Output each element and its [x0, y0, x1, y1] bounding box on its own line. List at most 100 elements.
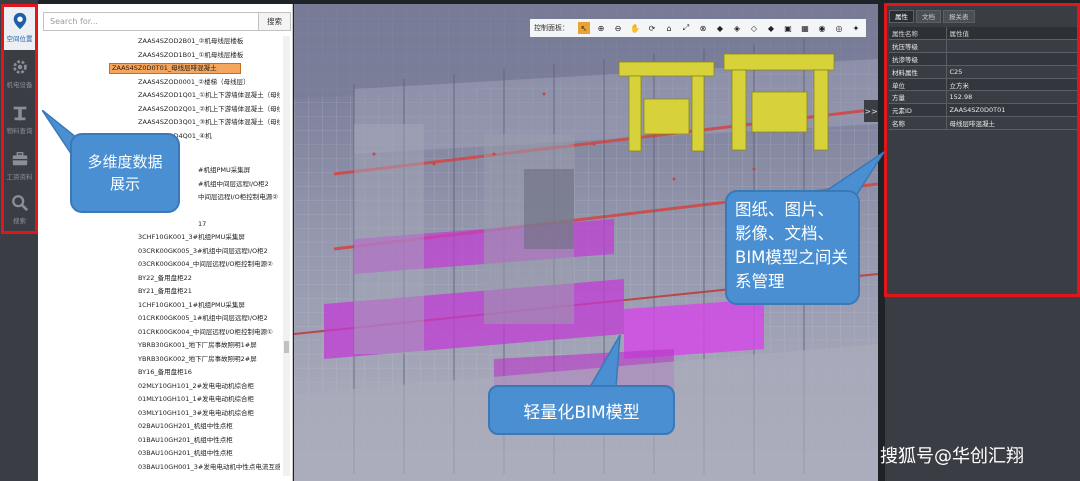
model-tree-panel: 搜索 ZAAS4SZOD2B01_②机母线层楼板 ZAAS4SZOD1B01_①… — [38, 4, 293, 481]
tree-item[interactable]: 中间层远程I/O柜控制电源② — [198, 192, 280, 203]
tree-item[interactable]: 02MLY10GH101_2#发电电动机综合柜 — [138, 381, 280, 392]
property-name: 元素ID — [889, 103, 947, 118]
search-icon — [11, 195, 28, 212]
property-row: 抗渗等级 — [889, 52, 1077, 66]
callout-relation-management: 图纸、图片、影像、文档、BIM模型之间关系管理 — [725, 190, 860, 305]
tree-item[interactable]: ZAAS4SZOD2Q01_②机上下游墙体混凝土（母线 — [138, 104, 280, 115]
tree-item[interactable]: BY16_备用盘柜16 — [138, 367, 280, 378]
tree-item[interactable]: #机组PMU采集屏 — [198, 165, 280, 176]
tree-item[interactable]: ZAAS4SZOD0001_②楼梯（母线层） — [138, 77, 280, 88]
tree-item[interactable]: 03BAU10GH001_3#发电电动机中性点电流互感 — [138, 462, 280, 473]
tree-item[interactable]: 03MLY10GH101_3#发电电动机综合柜 — [138, 408, 280, 419]
eye-hide-icon[interactable]: ◎ — [833, 22, 845, 34]
callout-multi-dimensional-data: 多维度数据展示 — [70, 133, 180, 213]
tree-item[interactable]: 02BAU10GH201_机组中性点柜 — [138, 421, 280, 432]
tree-item[interactable]: ZAAS4SZOD3Q01_③机上下游墙体混凝土（母线 — [138, 117, 280, 128]
header-value: 属性值 — [946, 27, 1077, 41]
property-value: 152.98 — [946, 90, 1077, 105]
grid-view-icon[interactable]: ▦ — [799, 22, 811, 34]
property-name: 材料属性 — [889, 65, 947, 79]
home-view-icon[interactable]: ⌂ — [663, 22, 675, 34]
nav-item-work-data[interactable]: 工资资料 — [3, 144, 36, 188]
property-name: 抗压等级 — [889, 39, 947, 54]
nav-item-label: 机电设备 — [6, 81, 33, 89]
tree-item-selected[interactable]: ZAAS4SZ0D0T01_母线层啡混凝土 — [109, 63, 241, 74]
tree-item[interactable]: 03CRK00GK005_3#机组中间层远程I/O柜2 — [138, 246, 280, 257]
tree-item[interactable]: YBRB30GK001_地下厂房事故照明1#屏 — [138, 340, 280, 351]
property-row: 名称 母线层啡混凝土 — [889, 116, 1077, 130]
tree-search-bar: 搜索 — [43, 12, 291, 31]
cube-iso-icon[interactable]: ◆ — [765, 22, 777, 34]
property-name: 名称 — [889, 116, 947, 130]
location-pin-icon — [13, 12, 26, 30]
property-name: 抗渗等级 — [889, 52, 947, 66]
cube-front-icon[interactable]: ◆ — [714, 22, 726, 34]
property-row: 材料属性 C25 — [889, 65, 1077, 79]
cube-top-icon[interactable]: ◈ — [731, 22, 743, 34]
tree-item[interactable]: 3CHF10GK001_3#机组PMU采集屏 — [138, 232, 280, 243]
eye-icon[interactable]: ◉ — [816, 22, 828, 34]
tree-item[interactable]: 17 — [198, 219, 280, 230]
section-box-icon[interactable]: ▣ — [782, 22, 794, 34]
property-value: ZAAS4SZ0D0T01 — [946, 103, 1077, 118]
tree-item[interactable]: 01BAU10GH201_机组中性点柜 — [138, 435, 280, 446]
tree-search-button[interactable]: 搜索 — [259, 12, 291, 31]
tab-reports[interactable]: 报关表 — [943, 10, 975, 23]
nav-item-label: 空间位置 — [6, 35, 33, 43]
zoom-in-icon[interactable]: ⊕ — [595, 22, 607, 34]
gear-icon — [12, 60, 27, 74]
tree-item[interactable]: ZAAS4SZOD1B01_①机母线层楼板 — [138, 50, 280, 61]
nav-item-search[interactable]: 搜索 — [3, 188, 36, 232]
property-row: 元素ID ZAAS4SZ0D0T01 — [889, 103, 1077, 118]
expand-panel-toggle[interactable]: >> — [864, 100, 878, 122]
property-value: 母线层啡混凝土 — [946, 116, 1077, 130]
crane-icon — [13, 106, 26, 121]
property-name: 单位 — [889, 78, 947, 92]
control-panel-toolbar: 控制面板： ↖ ⊕ ⊖ ✋ ⟳ ⌂ ⤢ ⊗ ◆ ◈ ◇ ◆ ▣ ▦ ◉ ◎ ✦ — [530, 19, 866, 37]
nav-item-label: 搜索 — [13, 217, 26, 225]
select-cursor-icon[interactable]: ↖ — [578, 22, 590, 34]
tree-item[interactable]: YBRB30GK002_地下厂房事故照明2#屏 — [138, 354, 280, 365]
property-value — [946, 39, 1077, 54]
tree-item[interactable]: ZAAS4SZOD2B01_②机母线层楼板 — [138, 36, 280, 47]
pin-icon[interactable]: ✦ — [850, 22, 862, 34]
clear-icon[interactable]: ⊗ — [697, 22, 709, 34]
tree-scrollbar[interactable] — [283, 36, 290, 476]
property-table-header: 属性名称 属性值 — [889, 27, 1077, 41]
zoom-out-icon[interactable]: ⊖ — [612, 22, 624, 34]
pan-hand-icon[interactable]: ✋ — [629, 22, 641, 34]
property-value: C25 — [946, 65, 1077, 79]
tree-item[interactable]: 03CRK00GK004_中间层远程I/O柜控制电源② — [138, 259, 280, 270]
nav-item-label: 工资资料 — [6, 173, 33, 181]
tree-item[interactable]: 01MLY10GH101_1#发电电动机综合柜 — [138, 394, 280, 405]
header-name: 属性名称 — [889, 27, 947, 41]
property-tabs: 属性 文档 报关表 — [889, 10, 975, 23]
property-table: 属性名称 属性值 抗压等级 抗渗等级 材料属性 C25 单位 立方米 方量 15 — [889, 27, 1077, 130]
tab-documents[interactable]: 文档 — [916, 10, 941, 23]
tree-item[interactable]: 03BAU10GH201_机组中性点柜 — [138, 448, 280, 459]
tree-item[interactable]: 01CRK00GK004_中间层远程I/O柜控制电源① — [138, 327, 280, 338]
property-row: 抗压等级 — [889, 39, 1077, 54]
tree-item[interactable]: BY21_备用盘柜21 — [138, 286, 280, 297]
nav-item-label: 物料查询 — [6, 127, 33, 135]
property-name: 方量 — [889, 90, 947, 105]
bim-app: 空间位置 机电设备 物料查询 工资资料 搜索 Search for... 搜索 … — [0, 0, 1080, 481]
tab-properties[interactable]: 属性 — [889, 10, 914, 23]
tree-item[interactable]: ZAAS4SZOD1Q01_①机上下游墙体混凝土（母线 — [138, 90, 280, 101]
cube-side-icon[interactable]: ◇ — [748, 22, 760, 34]
nav-item-material-query[interactable]: 物料查询 — [3, 98, 36, 142]
callout-lightweight-bim: 轻量化BIM模型 — [488, 385, 675, 435]
callout-text: 多维度数据展示 — [87, 153, 163, 193]
nav-item-spatial-location[interactable]: 空间位置 — [3, 6, 36, 50]
tree-item[interactable]: 01CRK00GK005_1#机组中间层远程I/O柜2 — [138, 313, 280, 324]
rotate-icon[interactable]: ⟳ — [646, 22, 658, 34]
nav-item-mep-equipment[interactable]: 机电设备 — [3, 52, 36, 96]
tree-item[interactable]: 1CHF10GK001_1#机组PMU采集屏 — [138, 300, 280, 311]
tree-scrollbar-thumb[interactable] — [284, 341, 289, 353]
tree-search-input[interactable] — [43, 12, 259, 31]
tree-item[interactable]: #机组中间层远程I/O柜2 — [198, 179, 280, 190]
tree-item[interactable]: BY22_备用盘柜22 — [138, 273, 280, 284]
fit-view-icon[interactable]: ⤢ — [680, 22, 692, 34]
callout-text: 轻量化BIM模型 — [523, 402, 640, 423]
property-value: 立方米 — [946, 78, 1077, 92]
